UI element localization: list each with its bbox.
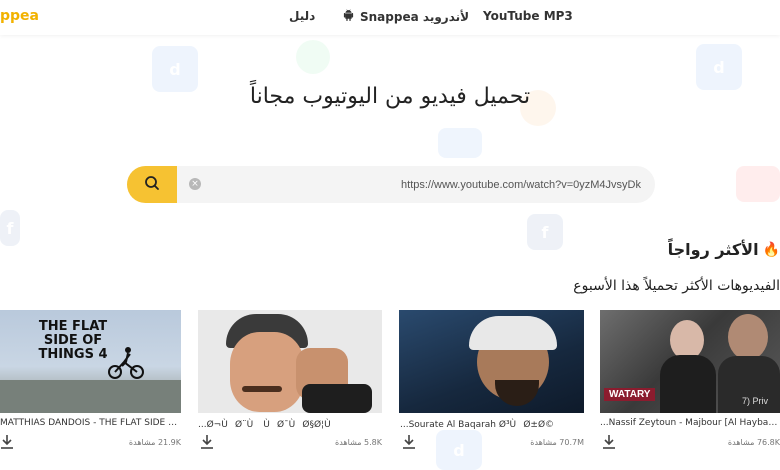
video-title[interactable]: ...Sourate Al Baqarah Ø³ÙØ±Ø© [400, 418, 580, 430]
person-silhouette [242, 386, 282, 392]
search-icon [144, 175, 160, 195]
video-thumbnail[interactable]: THE FLAT SIDE OF THINGS 4 [0, 310, 181, 413]
trending-heading: 🔥 الأكثر رواجاً [668, 240, 780, 259]
clear-icon[interactable]: × [189, 178, 201, 190]
nav-youtube-mp3-link[interactable]: YouTube MP3 [483, 9, 573, 23]
video-views: 5.8K مشاهدة [335, 438, 382, 447]
nav-android-link[interactable]: Snappea لأندرويد [342, 9, 469, 25]
background-decoration-icon: d [436, 430, 482, 470]
person-silhouette [728, 314, 768, 360]
download-icon[interactable] [602, 434, 616, 450]
city-skyline [0, 380, 181, 413]
trending-title: الأكثر رواجاً [667, 240, 759, 259]
video-title[interactable]: MATTHIAS DANDOIS - THE FLAT SIDE OF [0, 418, 180, 428]
background-decoration-icon: f [527, 214, 563, 250]
video-title[interactable]: ...Nassif Zeytoun - Majbour [Al Hayba Se… [600, 418, 780, 428]
nav-guide-link[interactable]: دليل [289, 9, 315, 23]
download-icon[interactable] [0, 434, 14, 450]
top-navigation-bar: ppea دليل Snappea لأندرويد YouTube MP3 [0, 0, 780, 35]
background-decoration-icon [438, 128, 482, 158]
person-silhouette [670, 320, 704, 360]
thumbnail-caption-text: 7) Priv [742, 396, 769, 406]
video-card[interactable] [399, 310, 584, 413]
background-decoration-icon [736, 166, 780, 202]
background-decoration-icon [296, 40, 330, 74]
android-icon [342, 9, 355, 25]
fire-icon: 🔥 [762, 241, 780, 258]
person-silhouette [302, 384, 372, 413]
download-icon[interactable] [402, 434, 416, 450]
person-silhouette [230, 332, 304, 412]
search-input[interactable] [215, 168, 641, 201]
page-title: تحميل فيديو من اليوتيوب مجاناً [249, 84, 531, 109]
thumbnail-title-text: THE FLAT SIDE OF THINGS 4 [38, 319, 108, 362]
video-views: 76.8K مشاهدة [727, 438, 780, 447]
trending-subtitle: الفيديوهات الأكثر تحميلاً هذا الأسبوع [573, 278, 780, 294]
download-icon[interactable] [200, 434, 214, 450]
video-thumbnail[interactable] [399, 310, 584, 413]
video-title[interactable]: ...Ø¬ÙØ¨Ù ÙØ¯ÙØ§Ø¦Ù [198, 418, 378, 430]
thumbnail-badge-text: WATARY [604, 388, 656, 401]
video-views: 70.7M مشاهدة [530, 438, 584, 447]
search-button[interactable] [127, 166, 177, 203]
snappea-logo[interactable]: ppea [0, 8, 39, 24]
background-decoration-icon: f [0, 210, 20, 246]
person-silhouette [660, 355, 716, 413]
nav-android-label: Snappea لأندرويد [360, 10, 470, 24]
video-card[interactable] [198, 310, 382, 413]
person-silhouette [469, 316, 557, 350]
video-thumbnail[interactable]: WATARY 7) Priv [600, 310, 780, 413]
person-silhouette [495, 380, 539, 406]
video-card[interactable]: WATARY 7) Priv [600, 310, 780, 413]
video-views: 21.9K مشاهدة [128, 438, 181, 447]
bike-rider-icon [108, 346, 144, 384]
video-thumbnail[interactable] [198, 310, 382, 413]
video-card[interactable]: THE FLAT SIDE OF THINGS 4 [0, 310, 181, 413]
